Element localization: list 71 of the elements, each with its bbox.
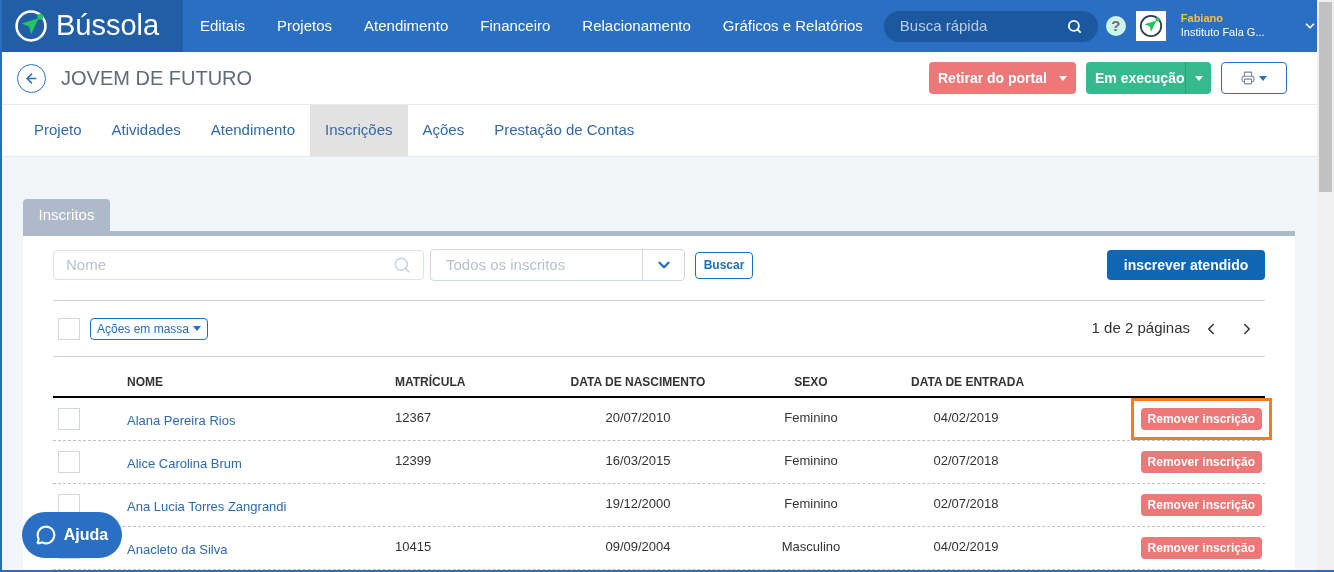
table-cell-text: 12399 [395, 452, 433, 471]
section-tab[interactable]: Ações [407, 105, 480, 156]
caret-icon [193, 326, 202, 331]
caret-icon [1059, 75, 1067, 81]
table-cell-text: Masculino [781, 538, 841, 557]
printer-icon [1241, 71, 1255, 85]
remove-enrollment-button[interactable]: Remover inscrição [1140, 451, 1262, 473]
table-cell-text: 02/07/2018 [933, 452, 999, 471]
caret-icon [1194, 75, 1203, 81]
nav-link[interactable]: Projetos [277, 14, 333, 38]
portal-split-button[interactable]: Retirar do portal [929, 62, 1076, 94]
compass-logo-icon [1138, 14, 1163, 38]
help-button[interactable]: ? [1105, 16, 1126, 36]
table-cell-text: 10415 [395, 538, 433, 557]
search-button[interactable]: Buscar [695, 251, 753, 279]
checkbox[interactable] [58, 317, 80, 340]
name-input[interactable]: Nome [66, 253, 393, 277]
column-header: DATA DE NASCIMENTO [570, 373, 706, 391]
table-cell-text: 02/07/2018 [933, 495, 999, 514]
table-cell-text: Feminino [784, 452, 838, 471]
table-cell-text: 16/03/2015 [605, 452, 671, 471]
table-cell-text: 12367 [395, 409, 433, 428]
section-tab[interactable]: Atendimento [195, 105, 310, 156]
user-avatar[interactable] [1135, 11, 1166, 41]
search-field[interactable]: Busca rápida [883, 10, 1098, 42]
checkbox[interactable] [58, 451, 80, 473]
section-tab[interactable]: Prestação de Contas [479, 105, 650, 156]
nav-link[interactable]: Financeiro [480, 14, 551, 38]
nav-link[interactable]: Relacionamento [582, 14, 691, 38]
remove-enrollment-button[interactable]: Remover inscrição [1140, 537, 1262, 559]
chat-bubble-icon [35, 525, 56, 545]
scrollbar[interactable] [1317, 0, 1334, 570]
section-tab[interactable]: Atividades [96, 105, 196, 156]
nav-link[interactable]: Atendimento [364, 14, 449, 38]
pagination-label: 1 de 2 páginas [1091, 318, 1190, 339]
user-name: Fabiano [1180, 12, 1224, 26]
caret-icon [1259, 75, 1267, 81]
student-name-link[interactable]: Alana Pereira Rios [127, 411, 395, 431]
table-cell-text: 09/09/2004 [605, 538, 671, 557]
nav-link[interactable]: Editais [200, 14, 246, 38]
table-cell-text: Feminino [784, 495, 838, 514]
section-tab[interactable]: Projeto [19, 105, 97, 156]
table-cell-text: 04/02/2019 [933, 409, 999, 428]
table-cell-text: 04/02/2019 [933, 538, 999, 557]
table-cell-text: 20/07/2010 [605, 409, 671, 428]
compass-logo-icon [14, 9, 48, 43]
column-header: SEXO [794, 373, 828, 391]
brand-name[interactable]: Bússola [56, 4, 160, 48]
student-name-link[interactable]: Anacleto da Silva [127, 540, 395, 560]
column-header: NOME [127, 373, 164, 391]
column-header: DATA DE ENTRADA [911, 373, 1025, 391]
table-cell-text: Feminino [784, 409, 838, 428]
search-input[interactable]: Busca rápida [899, 14, 1067, 38]
print-button[interactable] [1221, 62, 1287, 94]
table-cell-text: 19/12/2000 [605, 495, 671, 514]
student-name-link[interactable]: Alice Carolina Brum [127, 454, 395, 474]
user-organization: Instituto Fala G... [1180, 26, 1266, 40]
remove-enrollment-button[interactable]: Remover inscrição [1140, 408, 1262, 430]
search-icon[interactable] [1066, 18, 1082, 34]
remove-enrollment-button[interactable]: Remover inscrição [1140, 494, 1262, 516]
bulk-actions-dropdown[interactable]: Ações em massa [90, 317, 209, 340]
nav-link[interactable]: Gráficos e Relatórios [722, 14, 863, 38]
arrow-left-icon [24, 70, 39, 86]
student-name-link[interactable]: Ana Lucia Torres Zangrandi [127, 497, 395, 517]
name-search-field[interactable]: Nome [53, 250, 424, 280]
checkbox[interactable] [58, 408, 80, 430]
enroll-button[interactable]: inscrever atendido [1107, 250, 1265, 280]
page-title: JOVEM DE FUTURO [61, 66, 253, 91]
section-tab[interactable]: Inscrições [310, 105, 408, 156]
help-chat-toast[interactable]: Ajuda [22, 512, 122, 558]
column-header: MATRÍCULA [395, 373, 467, 391]
